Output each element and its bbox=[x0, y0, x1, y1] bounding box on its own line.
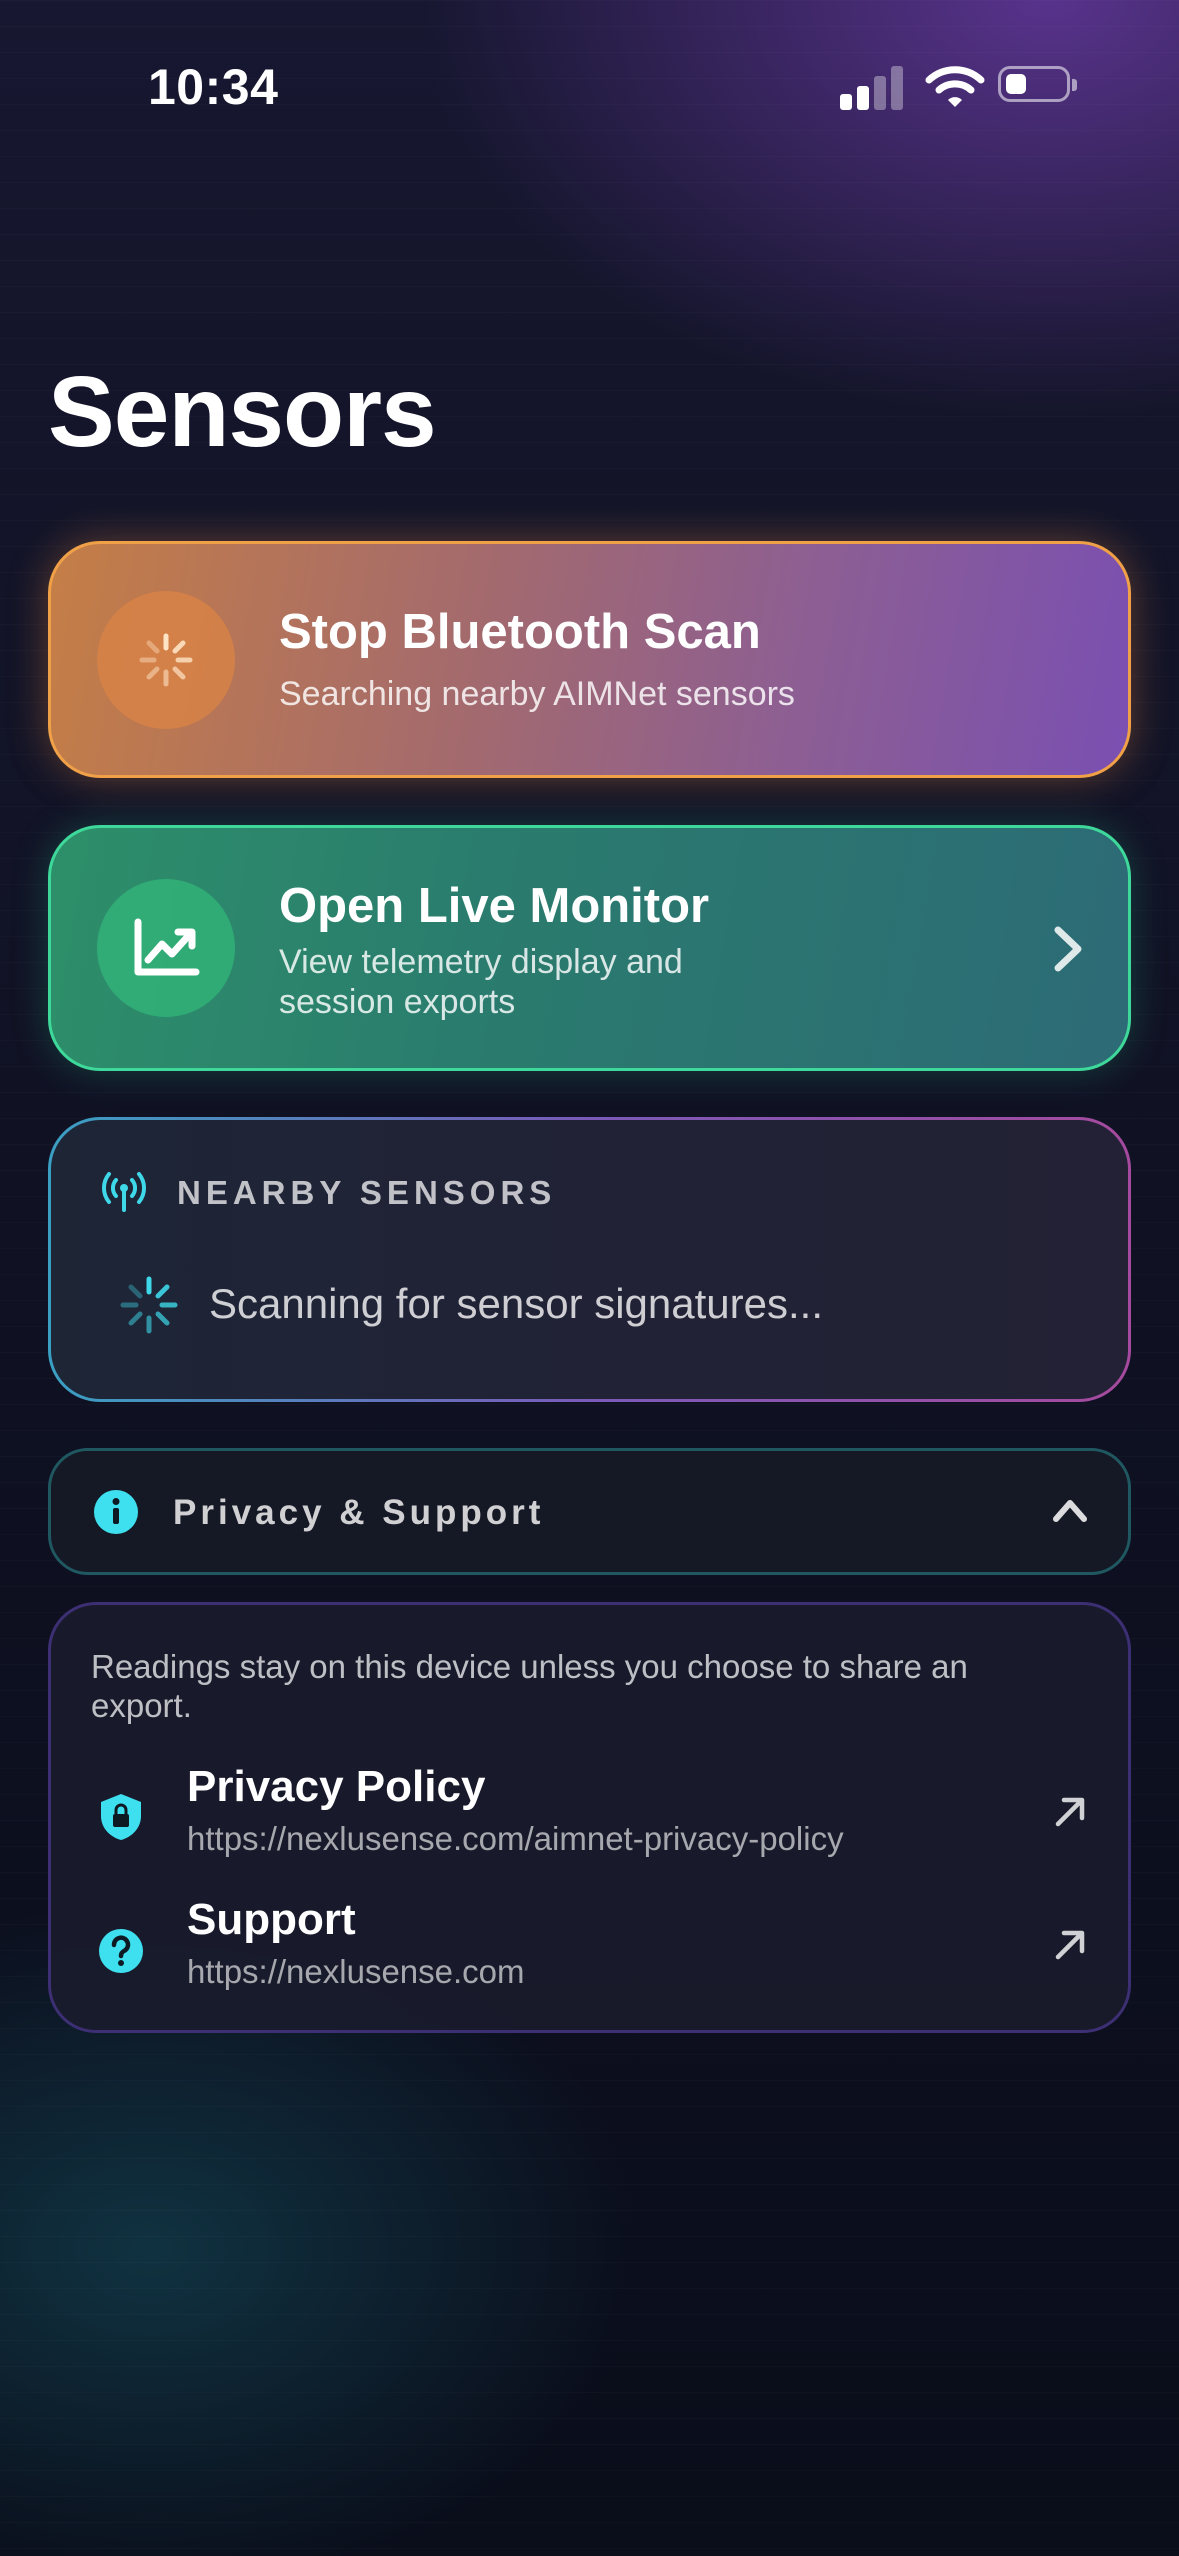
monitor-card-title: Open Live Monitor bbox=[279, 879, 710, 933]
privacy-note: Readings stay on this device unless you … bbox=[91, 1648, 968, 1724]
privacy-policy-title: Privacy Policy bbox=[187, 1762, 486, 1811]
chevron-up-icon bbox=[1053, 1500, 1087, 1522]
external-link-icon bbox=[1055, 1797, 1085, 1827]
cellular-signal-icon bbox=[840, 66, 904, 110]
support-link[interactable]: Support https://nexlusense.com bbox=[51, 1895, 1128, 2005]
shield-lock-icon bbox=[101, 1794, 141, 1840]
spinner-icon bbox=[97, 591, 235, 729]
nearby-sensors-label: NEARBY SENSORS bbox=[177, 1174, 557, 1211]
scan-status-text: Scanning for sensor signatures... bbox=[209, 1280, 824, 1327]
privacy-support-toggle[interactable]: Privacy & Support bbox=[48, 1448, 1131, 1575]
stop-bluetooth-scan-button[interactable]: Stop Bluetooth Scan Searching nearby AIM… bbox=[48, 541, 1131, 778]
page-title: Sensors bbox=[48, 356, 437, 468]
external-link-icon bbox=[1055, 1930, 1085, 1960]
help-circle-icon bbox=[99, 1929, 143, 1973]
privacy-policy-link[interactable]: Privacy Policy https://nexlusense.com/ai… bbox=[51, 1762, 1128, 1872]
scanning-spinner-icon bbox=[120, 1276, 178, 1334]
scan-card-title: Stop Bluetooth Scan bbox=[279, 605, 761, 659]
chart-trend-icon bbox=[97, 879, 235, 1017]
wifi-icon bbox=[925, 66, 985, 107]
monitor-card-subtitle: View telemetry display and session expor… bbox=[279, 943, 683, 1021]
privacy-support-title: Privacy & Support bbox=[173, 1493, 545, 1532]
scan-card-subtitle: Searching nearby AIMNet sensors bbox=[279, 675, 795, 713]
status-time: 10:34 bbox=[148, 59, 279, 115]
antenna-icon bbox=[101, 1172, 147, 1212]
chevron-right-icon bbox=[1054, 926, 1082, 972]
info-icon bbox=[94, 1490, 138, 1534]
privacy-policy-url: https://nexlusense.com/aimnet-privacy-po… bbox=[187, 1820, 844, 1857]
battery-icon bbox=[998, 66, 1077, 102]
support-title: Support bbox=[187, 1895, 356, 1944]
support-url: https://nexlusense.com bbox=[187, 1953, 525, 1990]
nearby-sensors-panel: NEARBY SENSORS Scanning for sensor signa… bbox=[48, 1117, 1131, 1402]
screen: 10:34 Sensors Stop Bluetooth Scan Search… bbox=[0, 0, 1179, 2556]
open-live-monitor-button[interactable]: Open Live Monitor View telemetry display… bbox=[48, 825, 1131, 1071]
privacy-support-panel: Readings stay on this device unless you … bbox=[48, 1602, 1131, 2033]
